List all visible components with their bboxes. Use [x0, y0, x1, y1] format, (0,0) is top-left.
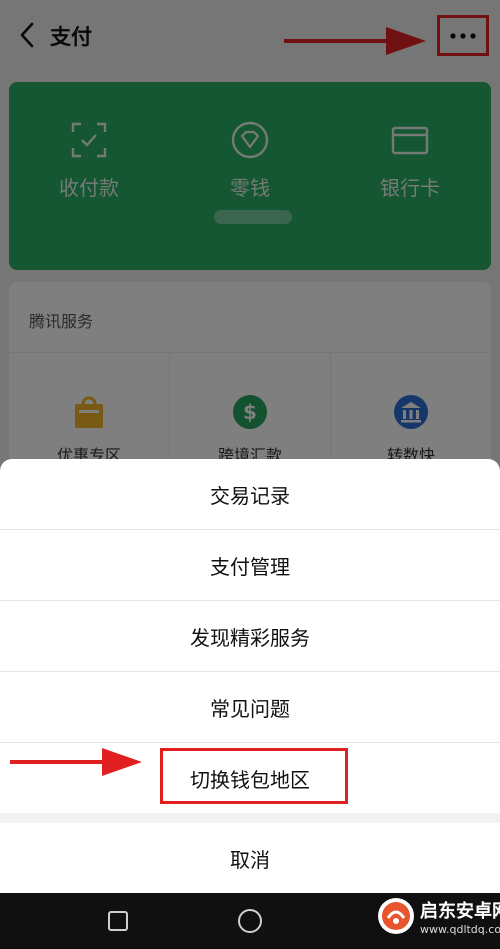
home-icon[interactable]	[236, 907, 264, 935]
action-sheet: 交易记录 支付管理 发现精彩服务 常见问题 切换钱包地区 取消	[0, 459, 500, 893]
section-gap	[0, 813, 500, 823]
annotation-highlight-box	[160, 748, 348, 804]
menu-item-faq[interactable]: 常见问题	[0, 672, 500, 742]
recents-icon[interactable]	[104, 907, 132, 935]
watermark: 启东安卓网 www.qdltdq.com	[376, 896, 500, 936]
menu-item-payment-management[interactable]: 支付管理	[0, 530, 500, 600]
annotation-arrow-right	[10, 748, 142, 776]
cancel-button[interactable]: 取消	[0, 823, 500, 893]
watermark-logo-icon	[378, 898, 414, 934]
menu-item-discover-services[interactable]: 发现精彩服务	[0, 601, 500, 671]
watermark-url: www.qdltdq.com	[420, 922, 500, 936]
watermark-name: 启东安卓网	[420, 900, 500, 922]
menu-item-transactions[interactable]: 交易记录	[0, 459, 500, 529]
